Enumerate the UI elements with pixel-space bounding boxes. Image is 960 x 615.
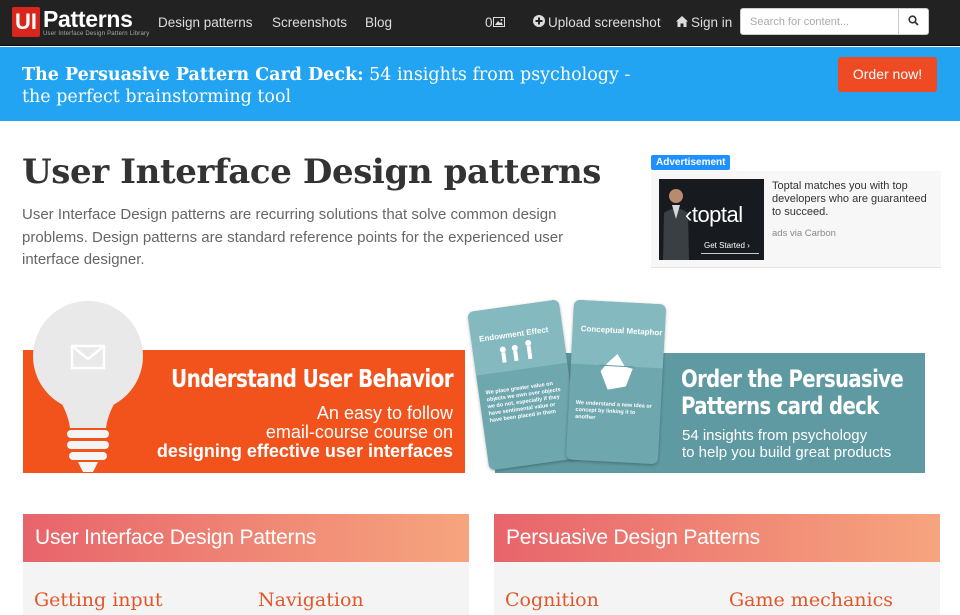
card-deck-sub-line-1: 54 insights from psychology <box>682 427 868 444</box>
card-body: We place greater value on objects we own… <box>485 380 562 425</box>
persuasive-patterns-section-header[interactable]: Persuasive Design Patterns <box>494 514 940 562</box>
collection-link[interactable]: 0 <box>485 0 508 46</box>
ad-copy[interactable]: Toptal matches you with top developers w… <box>772 180 932 219</box>
category-link-getting-input[interactable]: Getting input <box>34 589 163 611</box>
search-button[interactable] <box>898 9 928 34</box>
sign-in-link[interactable]: Sign in <box>676 0 732 46</box>
nav-link-screenshots[interactable]: Screenshots <box>272 0 347 46</box>
home-icon <box>676 0 688 46</box>
logo-ui-mark: UI <box>12 7 40 37</box>
search-icon <box>908 13 919 31</box>
ad-cta-underline <box>701 253 759 254</box>
email-course-headline: Understand User Behavior <box>171 364 454 393</box>
ad-via-carbon[interactable]: ads via Carbon <box>772 228 836 239</box>
promo-banner: The Persuasive Pattern Card Deck: 54 ins… <box>0 47 960 121</box>
page-intro: User Interface Design patterns are recur… <box>22 206 564 268</box>
search-input[interactable] <box>741 9 899 34</box>
email-course-line-3: designing effective user interfaces <box>156 441 453 461</box>
card-body: We understand a new idea or concept by l… <box>574 399 652 421</box>
advertisement-label: Advertisement <box>651 155 731 170</box>
order-now-button[interactable]: Order now! <box>838 57 937 92</box>
ad-get-started: Get Started › <box>704 241 750 250</box>
email-course-line-2: email-course course on <box>265 422 453 442</box>
top-navbar: UI Patterns User Interface Design Patter… <box>0 0 960 46</box>
carbon-ad[interactable]: ‹toptal Get Started › Toptal matches you… <box>651 171 941 268</box>
nav-link-design-patterns[interactable]: Design patterns <box>158 0 253 46</box>
page-title: User Interface Design patterns <box>22 152 601 192</box>
promo-text[interactable]: The Persuasive Pattern Card Deck: 54 ins… <box>22 64 662 108</box>
search-form <box>740 8 929 35</box>
upload-screenshot-link[interactable]: Upload screenshot <box>533 0 661 46</box>
category-link-navigation[interactable]: Navigation <box>258 589 364 611</box>
ui-patterns-section-header[interactable]: User Interface Design Patterns <box>23 514 469 562</box>
card-deck-subtext: 54 insights from psychology to help you … <box>682 427 891 461</box>
plus-circle-icon <box>533 0 545 46</box>
image-icon <box>492 0 505 46</box>
pattern-card-endowment: Endowment Effect We place greater value … <box>467 299 581 471</box>
site-logo[interactable]: UI Patterns User Interface Design Patter… <box>12 7 149 39</box>
collection-count: 0 <box>485 15 493 30</box>
category-link-cognition[interactable]: Cognition <box>505 589 599 611</box>
card-deck-headline-line-2: Patterns card deck <box>681 392 879 420</box>
upload-label: Upload screenshot <box>548 15 661 30</box>
category-link-game-mechanics[interactable]: Game mechanics <box>729 589 893 611</box>
card-deck-headline-line-1: Order the Persuasive <box>681 365 904 393</box>
sign-in-label: Sign in <box>691 15 733 30</box>
ad-image[interactable]: ‹toptal Get Started › <box>659 179 764 260</box>
nav-link-blog[interactable]: Blog <box>365 0 392 46</box>
lightbulb-icon <box>33 301 143 472</box>
card-deck-sub-line-2: to help you build great products <box>682 444 892 461</box>
logo-tagline: User Interface Design Pattern Library <box>43 31 150 37</box>
ad-brand-logo: ‹toptal <box>685 202 743 227</box>
promo-bold-text: The Persuasive Pattern Card Deck: <box>22 65 364 85</box>
email-course-line-1: An easy to follow <box>316 403 453 423</box>
logo-wordmark: Patterns <box>43 6 133 32</box>
pattern-card-metaphor: Conceptual Metaphor We understand a new … <box>565 299 667 465</box>
iceberg-icon <box>598 354 635 390</box>
card-deck-headline: Order the Persuasive Patterns card deck <box>681 365 904 420</box>
